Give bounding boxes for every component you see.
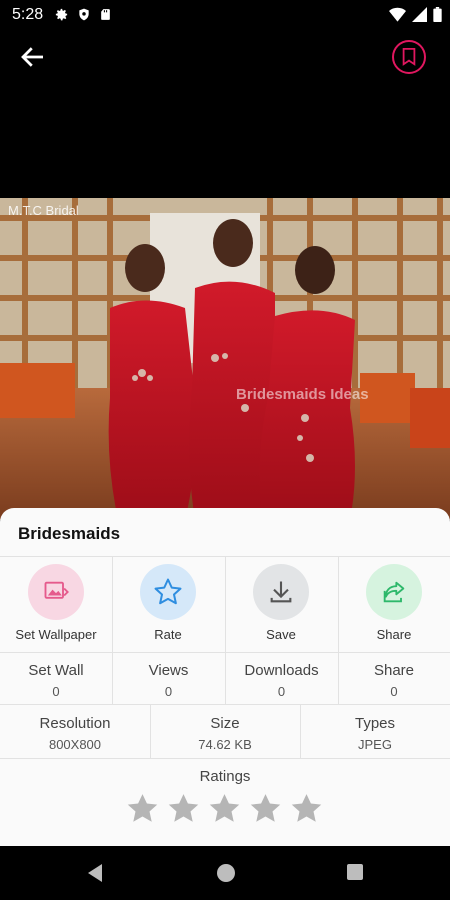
settings-icon xyxy=(55,8,68,21)
shield-icon xyxy=(79,8,89,21)
stat-value: 0 xyxy=(164,684,173,699)
rating-stars[interactable] xyxy=(126,792,323,825)
divider xyxy=(225,652,226,704)
rate-button[interactable]: Rate xyxy=(112,564,224,656)
save-button[interactable]: Save xyxy=(225,564,337,656)
save-icon-bg xyxy=(253,564,309,620)
status-bar: 5:28 xyxy=(0,0,450,30)
divider xyxy=(338,556,339,652)
set-wallpaper-button[interactable]: Set Wallpaper xyxy=(0,564,112,656)
divider xyxy=(225,556,226,652)
divider xyxy=(0,758,450,759)
nav-home-button[interactable] xyxy=(216,863,236,883)
info-value: JPEG xyxy=(358,737,392,752)
system-navigation-bar xyxy=(0,846,450,900)
set-wallpaper-icon-bg xyxy=(28,564,84,620)
divider xyxy=(0,704,450,705)
divider xyxy=(338,652,339,704)
star-icon xyxy=(154,578,182,605)
share-icon xyxy=(383,581,405,603)
signal-icon xyxy=(412,7,427,22)
divider xyxy=(300,704,301,758)
stat-value: 0 xyxy=(390,684,398,699)
rating-star-icon[interactable] xyxy=(167,792,200,825)
wifi-icon xyxy=(389,7,406,22)
rate-label: Rate xyxy=(154,627,182,642)
ratings-label: Ratings xyxy=(199,768,251,785)
rate-icon-bg xyxy=(140,564,196,620)
rating-star-icon[interactable] xyxy=(290,792,323,825)
stat-value: 0 xyxy=(52,684,60,699)
rating-star-icon[interactable] xyxy=(126,792,159,825)
wallpaper-icon xyxy=(44,581,69,599)
image-watermark-brand: Bridesmaids Ideas xyxy=(236,386,369,403)
info-value: 800X800 xyxy=(48,737,102,752)
arrow-left-icon xyxy=(21,47,43,67)
resolution-info: Resolution 800X800 xyxy=(0,715,150,752)
nav-recents-button[interactable] xyxy=(346,863,364,881)
stat-label: Views xyxy=(148,662,189,679)
rating-star-icon[interactable] xyxy=(249,792,282,825)
share-icon-bg xyxy=(366,564,422,620)
wallpaper-title: Bridesmaids xyxy=(18,524,121,543)
stat-label: Share xyxy=(373,662,415,679)
download-icon xyxy=(270,581,292,603)
back-button[interactable] xyxy=(18,42,48,72)
battery-icon xyxy=(433,7,442,22)
share-label: Share xyxy=(376,627,412,642)
image-watermark-credit: M.T.C Bridal xyxy=(8,203,79,218)
share-stat: Share 0 xyxy=(338,662,450,699)
divider xyxy=(150,704,151,758)
sd-card-icon xyxy=(101,9,110,20)
info-value: 74.62 KB xyxy=(198,737,252,752)
info-label: Size xyxy=(210,715,240,732)
info-label: Types xyxy=(354,715,396,732)
downloads-stat: Downloads 0 xyxy=(225,662,338,699)
info-label: Resolution xyxy=(39,715,111,732)
size-info: Size 74.62 KB xyxy=(150,715,300,752)
stat-label: Set Wall xyxy=(28,662,84,679)
set-wall-stat: Set Wall 0 xyxy=(0,662,112,699)
stat-label: Downloads xyxy=(244,662,319,679)
divider xyxy=(112,556,113,652)
wallpaper-image: M.T.C Bridal Bridesmaids Ideas xyxy=(0,198,450,520)
stat-value: 0 xyxy=(277,684,286,699)
status-time: 5:28 xyxy=(12,6,44,23)
set-wallpaper-label: Set Wallpaper xyxy=(15,627,97,642)
bookmark-icon xyxy=(402,48,416,66)
rating-star-icon[interactable] xyxy=(208,792,241,825)
bookmark-button[interactable] xyxy=(392,40,426,74)
status-system-icons xyxy=(389,7,442,22)
details-sheet: Bridesmaids Set Wallpaper Rate Save Shar… xyxy=(0,508,450,846)
status-notification-icons xyxy=(54,7,112,22)
nav-back-button[interactable] xyxy=(86,863,104,883)
divider xyxy=(112,652,113,704)
type-info: Types JPEG xyxy=(300,715,450,752)
share-button[interactable]: Share xyxy=(338,564,450,656)
views-stat: Views 0 xyxy=(112,662,225,699)
save-label: Save xyxy=(266,627,296,642)
